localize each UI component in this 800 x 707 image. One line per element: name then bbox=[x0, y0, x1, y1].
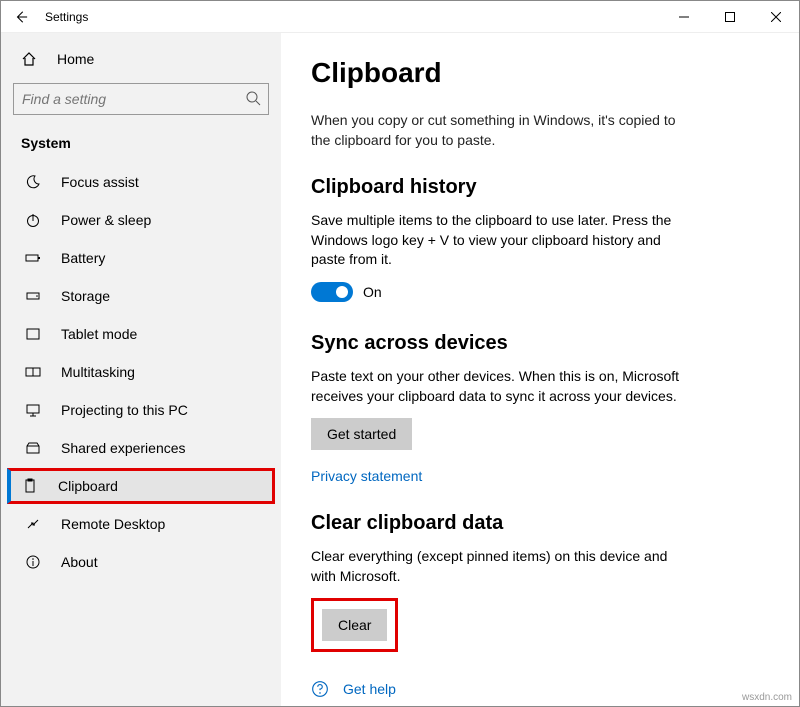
sidebar-item-label: Battery bbox=[61, 250, 105, 266]
power-icon bbox=[25, 212, 43, 228]
sidebar-item-label: Power & sleep bbox=[61, 212, 151, 228]
sidebar-item-power-sleep[interactable]: Power & sleep bbox=[7, 202, 275, 238]
sidebar-item-storage[interactable]: Storage bbox=[7, 278, 275, 314]
sidebar-item-shared[interactable]: Shared experiences bbox=[7, 430, 275, 466]
storage-icon bbox=[25, 288, 43, 304]
projecting-icon bbox=[25, 402, 43, 418]
sidebar-item-focus-assist[interactable]: Focus assist bbox=[7, 164, 275, 200]
sidebar-item-label: Remote Desktop bbox=[61, 516, 165, 532]
sidebar-item-label: Multitasking bbox=[61, 364, 135, 380]
maximize-button[interactable] bbox=[707, 1, 753, 33]
help-icon bbox=[311, 680, 329, 698]
history-heading: Clipboard history bbox=[311, 176, 769, 199]
sidebar-item-label: Focus assist bbox=[61, 174, 139, 190]
main-content: Clipboard When you copy or cut something… bbox=[281, 33, 799, 706]
multitasking-icon bbox=[25, 364, 43, 380]
sidebar-item-projecting[interactable]: Projecting to this PC bbox=[7, 392, 275, 428]
sidebar-item-clipboard[interactable]: Clipboard bbox=[7, 468, 275, 504]
clear-text: Clear everything (except pinned items) o… bbox=[311, 547, 691, 586]
history-toggle[interactable] bbox=[311, 282, 353, 302]
search-icon bbox=[245, 90, 261, 106]
titlebar: Settings bbox=[1, 1, 799, 33]
clipboard-icon bbox=[22, 478, 40, 494]
sidebar-item-label: Shared experiences bbox=[61, 440, 186, 456]
home-link[interactable]: Home bbox=[7, 45, 275, 73]
privacy-link[interactable]: Privacy statement bbox=[311, 468, 422, 484]
page-intro: When you copy or cut something in Window… bbox=[311, 111, 691, 150]
remote-icon bbox=[25, 516, 43, 532]
window-controls bbox=[661, 1, 799, 33]
window-title: Settings bbox=[45, 10, 88, 24]
search-input[interactable] bbox=[13, 83, 269, 115]
clear-heading: Clear clipboard data bbox=[311, 512, 769, 535]
sidebar-item-multitasking[interactable]: Multitasking bbox=[7, 354, 275, 390]
watermark: wsxdn.com bbox=[742, 692, 792, 703]
sync-text: Paste text on your other devices. When t… bbox=[311, 367, 691, 406]
sidebar: Home System Focus assist Power & sleep B… bbox=[1, 33, 281, 706]
minimize-button[interactable] bbox=[661, 1, 707, 33]
home-icon bbox=[21, 51, 39, 67]
sidebar-item-tablet-mode[interactable]: Tablet mode bbox=[7, 316, 275, 352]
home-label: Home bbox=[57, 51, 94, 67]
back-icon[interactable] bbox=[11, 10, 31, 24]
sidebar-item-label: Clipboard bbox=[58, 478, 118, 494]
sidebar-item-label: Storage bbox=[61, 288, 110, 304]
help-link[interactable]: Get help bbox=[343, 681, 396, 697]
history-toggle-label: On bbox=[363, 284, 382, 300]
category-title: System bbox=[7, 131, 275, 163]
page-title: Clipboard bbox=[311, 57, 769, 89]
sidebar-item-battery[interactable]: Battery bbox=[7, 240, 275, 276]
sidebar-item-label: About bbox=[61, 554, 98, 570]
sidebar-item-about[interactable]: About bbox=[7, 544, 275, 580]
sidebar-item-label: Tablet mode bbox=[61, 326, 137, 342]
info-icon bbox=[25, 554, 43, 570]
sidebar-item-remote[interactable]: Remote Desktop bbox=[7, 506, 275, 542]
sidebar-item-label: Projecting to this PC bbox=[61, 402, 188, 418]
sync-heading: Sync across devices bbox=[311, 332, 769, 355]
close-button[interactable] bbox=[753, 1, 799, 33]
shared-icon bbox=[25, 440, 43, 456]
history-text: Save multiple items to the clipboard to … bbox=[311, 211, 691, 270]
tablet-icon bbox=[25, 326, 43, 342]
moon-icon bbox=[25, 174, 43, 190]
get-started-button[interactable]: Get started bbox=[311, 418, 412, 450]
clear-button[interactable]: Clear bbox=[322, 609, 387, 641]
battery-icon bbox=[25, 250, 43, 266]
